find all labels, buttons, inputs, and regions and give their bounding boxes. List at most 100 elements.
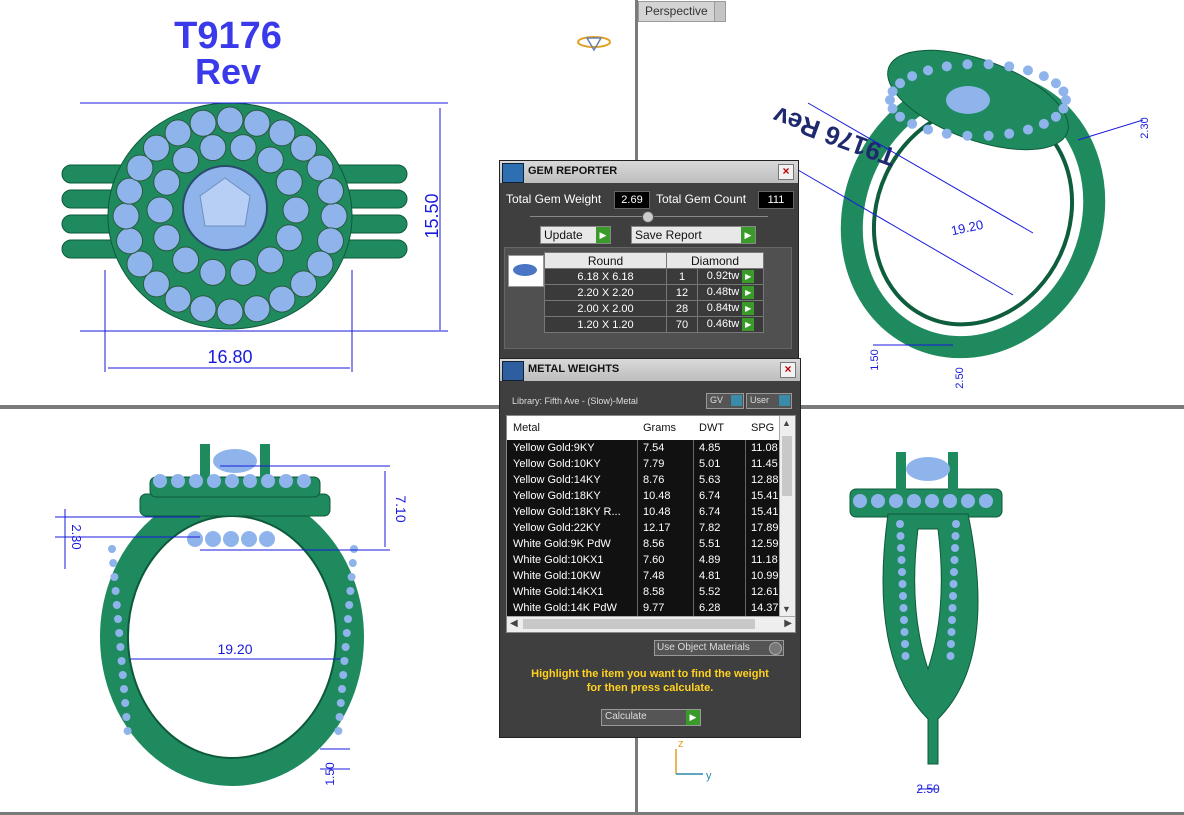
gem-row[interactable]: 6.18 X 6.18 1 0.92tw ▶ xyxy=(544,268,764,285)
scroll-down-icon[interactable]: ▼ xyxy=(782,604,791,614)
gem-reporter-titlebar[interactable]: GEM REPORTER × xyxy=(500,161,798,183)
gem-circle xyxy=(126,250,154,278)
calculate-button[interactable]: Calculate ▶ xyxy=(601,709,701,726)
column-divider xyxy=(693,584,694,600)
metal-row[interactable]: White Gold:10KW 7.48 4.81 10.99 xyxy=(507,568,779,585)
column-dwt[interactable]: DWT xyxy=(699,422,724,434)
metal-row[interactable]: White Gold:9K PdW 8.56 5.51 12.59 xyxy=(507,536,779,553)
update-button[interactable]: Update ▶ xyxy=(540,226,611,244)
column-spg[interactable]: SPG xyxy=(751,422,774,434)
metal-row[interactable]: Yellow Gold:18KY R... 10.48 6.74 15.41 xyxy=(507,504,779,521)
metal-row[interactable]: Yellow Gold:9KY 7.54 4.85 11.08 xyxy=(507,440,779,457)
gem-circle xyxy=(340,657,349,665)
metal-name: Yellow Gold:22KY xyxy=(513,522,601,534)
metal-spg: 17.89 xyxy=(751,522,779,534)
gem-row[interactable]: 2.00 X 2.00 28 0.84tw ▶ xyxy=(544,300,764,317)
gem-circle xyxy=(950,568,958,576)
dimension-height: 15.50 xyxy=(422,193,442,238)
round-gem-thumbnail-icon[interactable] xyxy=(508,255,544,287)
metal-spg: 14.37 xyxy=(751,602,779,614)
gem-circle xyxy=(123,727,132,735)
gem-circle xyxy=(889,494,903,508)
gem-row[interactable]: 2.20 X 2.20 12 0.48tw ▶ xyxy=(544,284,764,301)
scroll-thumb[interactable] xyxy=(782,436,792,496)
metal-row[interactable]: Yellow Gold:22KY 12.17 7.82 17.89 xyxy=(507,520,779,537)
gem-circle xyxy=(297,474,311,488)
gem-circle xyxy=(907,494,921,508)
use-object-materials-toggle[interactable]: Use Object Materials xyxy=(654,640,784,656)
metal-name: Yellow Gold:10KY xyxy=(513,458,601,470)
gem-circle xyxy=(241,531,257,547)
center-stone-end xyxy=(906,457,950,481)
center-stone-side xyxy=(213,449,257,473)
scroll-h-thumb[interactable] xyxy=(523,619,755,629)
column-divider xyxy=(745,488,746,504)
gv-toggle-icon xyxy=(731,395,742,406)
gem-weight-text: 0.92tw xyxy=(706,270,740,282)
gem-circle xyxy=(205,531,221,547)
metal-weights-panel: METAL WEIGHTS × Library: Fifth Ave - (Sl… xyxy=(499,358,801,738)
metal-row[interactable]: Yellow Gold:18KY 10.48 6.74 15.41 xyxy=(507,488,779,505)
metal-grams: 8.76 xyxy=(643,474,665,486)
metal-dwt: 4.85 xyxy=(699,442,721,454)
gem-size: 6.18 X 6.18 xyxy=(544,268,667,285)
metal-weights-icon xyxy=(502,361,524,381)
gem-row-go-icon[interactable]: ▶ xyxy=(742,318,755,331)
metal-row[interactable]: White Gold:10KX1 7.60 4.89 11.18 xyxy=(507,552,779,569)
metal-row[interactable]: Yellow Gold:14KY 8.76 5.63 12.88 xyxy=(507,472,779,489)
scroll-right-icon[interactable]: ▶ xyxy=(784,618,792,629)
column-divider xyxy=(637,552,638,568)
splitter-handle[interactable] xyxy=(642,211,654,223)
total-gem-count-value: 111 xyxy=(758,191,794,209)
gem-circle xyxy=(216,106,244,134)
metal-row[interactable]: Yellow Gold:10KY 7.79 5.01 11.45 xyxy=(507,456,779,473)
metal-list-horizontal-scrollbar[interactable]: ◀ ▶ xyxy=(507,616,795,632)
gem-circle xyxy=(900,616,908,624)
gem-circle xyxy=(261,474,275,488)
gem-circle xyxy=(1050,78,1061,89)
metal-name: White Gold:14K PdW xyxy=(513,602,617,614)
column-divider xyxy=(745,504,746,520)
gem-row-go-icon[interactable]: ▶ xyxy=(742,286,755,299)
column-divider xyxy=(693,536,694,552)
total-gem-count-label: Total Gem Count xyxy=(656,192,747,206)
gem-circle xyxy=(153,224,181,252)
gem-circle xyxy=(306,154,334,182)
scroll-up-icon[interactable]: ▲ xyxy=(782,418,791,428)
gem-row-go-icon[interactable]: ▶ xyxy=(742,302,755,315)
side-dimension-width: 19.20 xyxy=(217,641,252,657)
gem-row-go-icon[interactable]: ▶ xyxy=(742,270,755,283)
side-dimension-bottom: 1.50 xyxy=(323,762,337,786)
gem-circle xyxy=(120,685,128,693)
metal-row[interactable]: White Gold:14KX1 8.58 5.52 12.61 xyxy=(507,584,779,601)
metal-weights-close-icon[interactable]: × xyxy=(780,362,796,378)
scroll-left-icon[interactable]: ◀ xyxy=(510,618,518,629)
gem-circle xyxy=(1050,111,1061,122)
metal-list-vertical-scrollbar[interactable]: ▲ ▼ xyxy=(779,416,795,616)
column-grams[interactable]: Grams xyxy=(643,422,676,434)
metal-grams: 10.48 xyxy=(643,490,671,502)
metal-row[interactable]: White Gold:14K PdW 9.77 6.28 14.37 xyxy=(507,600,779,617)
save-report-button-label: Save Report xyxy=(635,228,702,242)
metal-spg: 11.18 xyxy=(751,554,778,566)
save-report-button[interactable]: Save Report ▶ xyxy=(631,226,756,244)
gv-toggle[interactable]: GV xyxy=(706,393,744,409)
calculate-arrow-icon: ▶ xyxy=(686,710,700,725)
metal-name: White Gold:9K PdW xyxy=(513,538,611,550)
gem-circle xyxy=(1038,118,1049,129)
metal-spg: 12.88 xyxy=(751,474,779,486)
metal-dwt: 6.28 xyxy=(699,602,721,614)
gem-reporter-close-icon[interactable]: × xyxy=(778,164,794,180)
gem-row[interactable]: 1.20 X 1.20 70 0.46tw ▶ xyxy=(544,316,764,333)
metal-spg: 10.99 xyxy=(751,570,779,582)
column-metal[interactable]: Metal xyxy=(513,422,540,434)
gem-circle xyxy=(243,474,257,488)
user-toggle[interactable]: User xyxy=(746,393,792,409)
gem-circle xyxy=(979,494,993,508)
metal-spg: 11.45 xyxy=(751,458,778,470)
metal-weights-titlebar[interactable]: METAL WEIGHTS × xyxy=(500,359,800,381)
column-divider xyxy=(693,472,694,488)
gem-circle xyxy=(1058,86,1069,97)
metal-weights-list[interactable]: Metal Grams DWT SPG Yellow Gold:9KY 7.54 4… xyxy=(506,415,796,633)
gem-circle xyxy=(187,531,203,547)
